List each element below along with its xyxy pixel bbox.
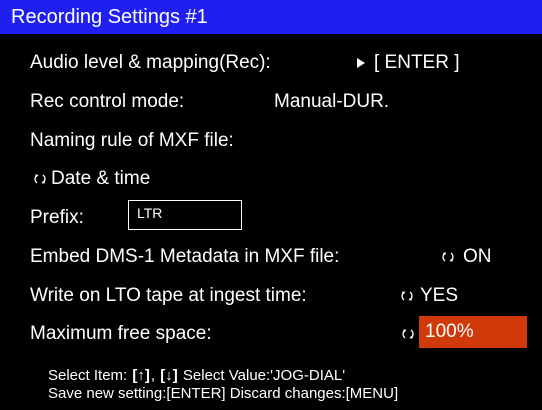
max-space-value-selected[interactable]: 100%: [419, 316, 527, 348]
max-space-value: 100%: [425, 321, 474, 342]
naming-rule-option[interactable]: Date & time: [33, 165, 150, 193]
key-separator: ,: [150, 367, 156, 384]
rec-control-value[interactable]: Manual-DUR.: [274, 88, 389, 116]
play-triangle-icon: [357, 57, 365, 68]
lto-option[interactable]: YES: [400, 282, 458, 310]
max-space-label[interactable]: Maximum free space:: [30, 320, 212, 348]
up-key-hint: [↑]: [132, 367, 150, 384]
audio-level-label[interactable]: Audio level & mapping(Rec):: [30, 49, 271, 77]
cycle-arrows-icon: [34, 174, 46, 184]
dms-option[interactable]: ON: [441, 243, 492, 271]
window-title-bar: Recording Settings #1: [0, 0, 542, 34]
select-value-hint: Select Value:'JOG-DIAL': [182, 367, 346, 384]
prefix-label: Prefix:: [30, 207, 84, 228]
rec-control-label[interactable]: Rec control mode:: [30, 88, 184, 116]
select-item-label: Select Item:: [48, 367, 128, 384]
audio-level-value: [ ENTER ]: [374, 52, 460, 73]
window-title: Recording Settings #1: [11, 6, 208, 28]
lto-label[interactable]: Write on LTO tape at ingest time:: [30, 282, 307, 310]
audio-level-enter-button[interactable]: [ ENTER ]: [356, 49, 460, 77]
footer-help-line-1: Select Item: [↑], [↓] Select Value:'JOG-…: [48, 367, 345, 385]
footer-help-line-2: Save new setting:[ENTER] Discard changes…: [48, 385, 399, 402]
cycle-arrows-icon: [401, 291, 413, 301]
cycle-arrows-icon: [442, 252, 454, 262]
prefix-value: LTR: [137, 205, 163, 221]
naming-rule-value: Date & time: [51, 168, 151, 189]
cycle-arrows-icon: [402, 329, 414, 339]
down-key-hint: [↓]: [160, 367, 178, 384]
dms-value: ON: [463, 246, 492, 267]
lto-value: YES: [420, 285, 459, 306]
prefix-input[interactable]: LTR: [128, 200, 242, 230]
naming-rule-label: Naming rule of MXF file:: [30, 130, 234, 151]
dms-label[interactable]: Embed DMS-1 Metadata in MXF file:: [30, 243, 339, 271]
